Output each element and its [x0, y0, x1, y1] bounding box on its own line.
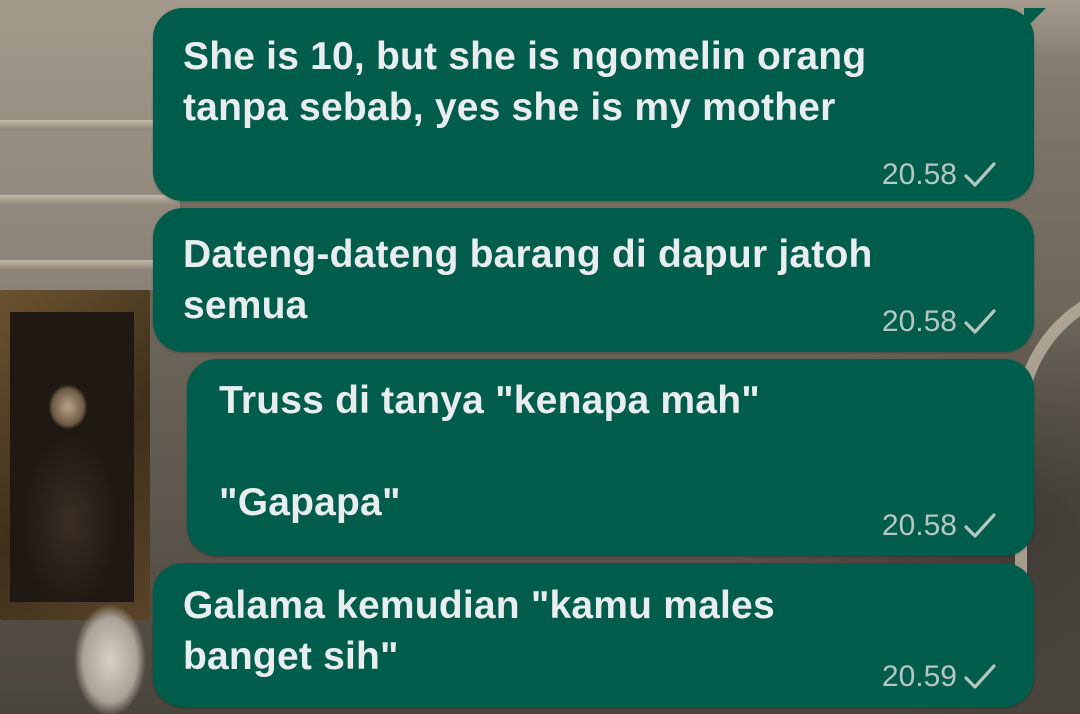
outgoing-message-bubble[interactable]: Galama kemudian "kamu males banget sih" … — [153, 563, 1034, 707]
bubble-tail — [1024, 8, 1046, 30]
message-time: 20.58 — [881, 305, 957, 338]
single-check-icon — [964, 664, 996, 689]
message-meta: 20.58 — [882, 509, 997, 543]
single-check-icon — [964, 309, 996, 334]
message-time: 20.58 — [881, 158, 957, 191]
message-meta: 20.58 — [882, 158, 997, 192]
message-time: 20.59 — [881, 660, 957, 693]
message-text: Dateng-dateng barang di dapur jatoh semu… — [183, 233, 873, 327]
message-text: Truss di tanya "kenapa mah" "Gapapa" — [219, 379, 760, 524]
message-text: Galama kemudian "kamu males banget sih" — [183, 584, 775, 678]
outgoing-message-bubble[interactable]: Dateng-dateng barang di dapur jatoh semu… — [153, 208, 1034, 352]
message-text: She is 10, but she is ngomelin orang tan… — [183, 35, 867, 129]
message-time: 20.58 — [881, 509, 957, 542]
chat-messages[interactable]: She is 10, but she is ngomelin orang tan… — [0, 0, 1080, 714]
outgoing-message-bubble[interactable]: She is 10, but she is ngomelin orang tan… — [153, 8, 1046, 201]
message-meta: 20.59 — [882, 660, 997, 694]
single-check-icon — [964, 162, 996, 187]
single-check-icon — [964, 513, 996, 538]
outgoing-message-bubble[interactable]: Truss di tanya "kenapa mah" "Gapapa" 20.… — [187, 359, 1034, 556]
message-meta: 20.58 — [882, 305, 997, 339]
